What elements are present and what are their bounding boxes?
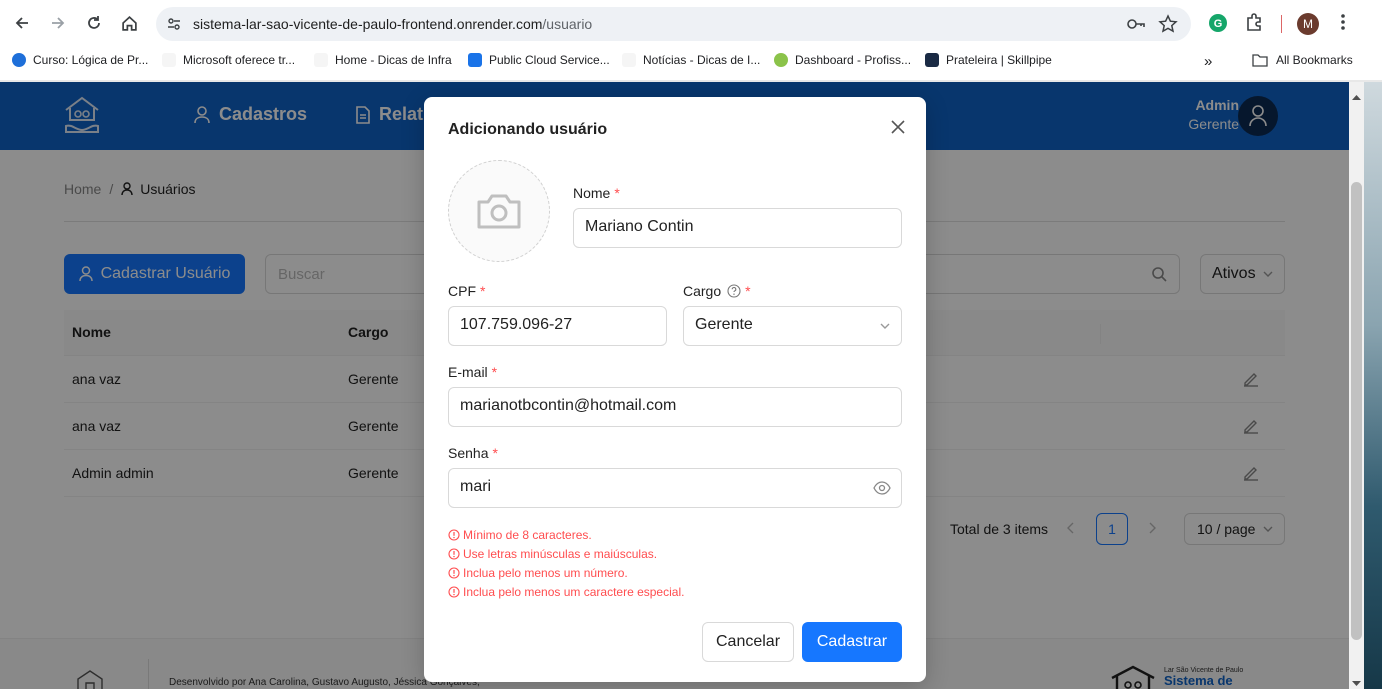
svg-text:G: G <box>1214 18 1223 30</box>
bookmark-favicon <box>925 53 939 67</box>
chevron-down-icon <box>880 323 890 329</box>
modal-title: Adicionando usuário <box>448 121 608 138</box>
bookmark-item[interactable]: Prateleira | Skillpipe <box>925 53 1052 67</box>
bookmark-item[interactable]: Curso: Lógica de Pr... <box>12 53 148 67</box>
extensions-puzzle-icon[interactable] <box>1244 12 1264 37</box>
exclamation-circle-icon <box>448 585 460 598</box>
bookmark-item[interactable]: Home - Dicas de Infra <box>314 53 452 67</box>
senha-label: Senha * <box>448 445 498 461</box>
bookmarks-overflow-button[interactable]: » <box>1204 53 1212 70</box>
url-text: sistema-lar-sao-vicente-de-paulo-fronten… <box>193 16 593 32</box>
nome-label: Nome * <box>573 185 620 201</box>
bookmark-favicon <box>162 53 176 67</box>
all-bookmarks-button[interactable]: All Bookmarks <box>1252 53 1353 67</box>
password-errors: Mínimo de 8 caracteres. Use letras minús… <box>448 525 684 601</box>
error-message: Inclua pelo menos um número. <box>448 563 684 582</box>
close-button[interactable] <box>888 117 908 137</box>
close-icon <box>891 120 905 134</box>
nome-field[interactable]: Mariano Contin <box>573 208 902 248</box>
bookmark-item[interactable]: Public Cloud Service... <box>468 53 610 67</box>
arrow-right-icon <box>52 17 65 29</box>
error-message: Use letras minúsculas e maiúsculas. <box>448 544 684 563</box>
bookmark-favicon <box>314 53 328 67</box>
page-scrollbar[interactable] <box>1349 82 1364 689</box>
email-field[interactable]: marianotbcontin@hotmail.com <box>448 387 902 427</box>
bookmark-favicon <box>468 53 482 67</box>
submit-button[interactable]: Cadastrar <box>802 622 902 662</box>
reload-button[interactable] <box>83 12 105 34</box>
senha-field[interactable]: mari <box>448 468 902 508</box>
grammarly-extension-icon[interactable]: G <box>1207 12 1229 39</box>
exclamation-circle-icon <box>448 528 460 541</box>
email-label: E-mail * <box>448 364 498 380</box>
cargo-label: Cargo * <box>683 283 751 299</box>
bookmarks-bar: Curso: Lógica de Pr... Microsoft oferece… <box>0 47 1382 75</box>
address-bar[interactable]: sistema-lar-sao-vicente-de-paulo-fronten… <box>156 7 1191 41</box>
password-key-icon[interactable] <box>1126 15 1146 38</box>
forward-button[interactable] <box>47 12 69 34</box>
toolbar-separator <box>1281 15 1282 33</box>
exclamation-circle-icon <box>448 547 460 560</box>
cpf-label: CPF * <box>448 283 486 299</box>
cargo-select[interactable]: Gerente <box>683 306 902 346</box>
home-icon <box>121 15 137 31</box>
arrow-left-icon <box>15 17 28 29</box>
browser-toolbar: sistema-lar-sao-vicente-de-paulo-fronten… <box>0 0 1382 47</box>
error-message: Mínimo de 8 caracteres. <box>448 525 684 544</box>
bookmark-favicon <box>622 53 636 67</box>
kebab-menu-icon[interactable] <box>1336 12 1350 37</box>
eye-icon[interactable] <box>873 480 891 496</box>
add-user-modal: Adicionando usuário Nome * Mariano Contin… <box>424 97 926 682</box>
exclamation-circle-icon <box>448 566 460 579</box>
help-circle-icon[interactable] <box>727 284 741 298</box>
home-button[interactable] <box>118 12 140 34</box>
scroll-down-icon[interactable] <box>1352 674 1361 689</box>
cpf-field[interactable]: 107.759.096-27 <box>448 306 667 346</box>
scrollbar-thumb[interactable] <box>1351 182 1362 640</box>
back-button[interactable] <box>11 12 33 34</box>
photo-upload[interactable] <box>448 160 550 262</box>
scroll-up-icon[interactable] <box>1352 87 1361 105</box>
site-settings-icon[interactable] <box>166 16 182 37</box>
camera-icon <box>477 194 521 229</box>
folder-icon <box>1252 54 1268 67</box>
reload-icon <box>88 16 100 29</box>
bookmark-star-icon[interactable] <box>1158 14 1178 39</box>
profile-avatar[interactable]: M <box>1297 13 1319 35</box>
bookmark-item[interactable]: Notícias - Dicas de I... <box>622 53 760 67</box>
desktop-background <box>1364 82 1382 689</box>
cancel-button[interactable]: Cancelar <box>702 622 794 662</box>
bookmark-favicon <box>12 53 26 67</box>
error-message: Inclua pelo menos um caractere especial. <box>448 582 684 601</box>
bookmark-item[interactable]: Microsoft oferece tr... <box>162 53 295 67</box>
bookmark-favicon <box>774 53 788 67</box>
bookmark-item[interactable]: Dashboard - Profiss... <box>774 53 911 67</box>
